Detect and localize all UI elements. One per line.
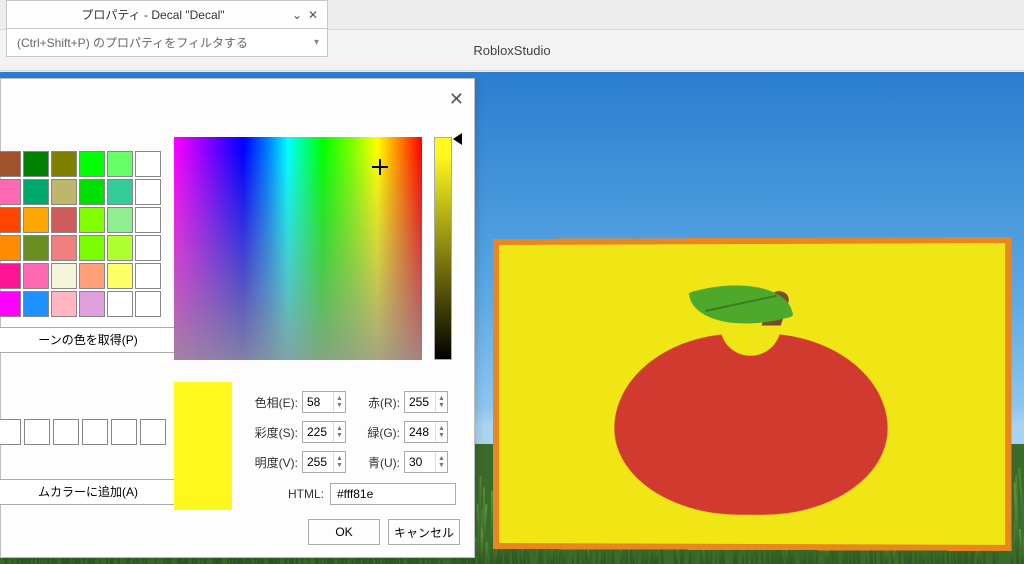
custom-swatch-slot[interactable] bbox=[82, 419, 108, 445]
hue-input[interactable] bbox=[303, 395, 333, 409]
swatch[interactable] bbox=[107, 207, 133, 233]
stepper-arrows-icon[interactable]: ▲▼ bbox=[333, 392, 345, 412]
properties-filter-input[interactable]: (Ctrl+Shift+P) のプロパティをフィルタする ▾ bbox=[6, 29, 328, 57]
swatch[interactable] bbox=[23, 291, 49, 317]
app-title: RobloxStudio bbox=[473, 43, 550, 58]
stepper-arrows-icon[interactable]: ▲▼ bbox=[435, 392, 447, 412]
apple-body bbox=[614, 333, 887, 515]
red-label: 赤(R): bbox=[356, 394, 400, 411]
color-picker-dialog: ✕ ーンの色を取得(P) ムカラーに追加(A) 色相(E): ▲▼ 赤(R): … bbox=[0, 78, 475, 558]
swatch[interactable] bbox=[79, 151, 105, 177]
swatch[interactable] bbox=[79, 263, 105, 289]
swatch[interactable] bbox=[107, 291, 133, 317]
swatch[interactable] bbox=[79, 235, 105, 261]
swatch[interactable] bbox=[135, 235, 161, 261]
cancel-button[interactable]: キャンセル bbox=[388, 519, 460, 545]
value-strip[interactable] bbox=[434, 137, 452, 360]
green-input[interactable] bbox=[405, 425, 435, 439]
swatch[interactable] bbox=[135, 263, 161, 289]
swatch[interactable] bbox=[23, 151, 49, 177]
green-label: 緑(G): bbox=[356, 424, 400, 441]
swatch[interactable] bbox=[0, 291, 21, 317]
swatch[interactable] bbox=[135, 151, 161, 177]
color-preview-swatch bbox=[174, 382, 232, 510]
swatch[interactable] bbox=[51, 291, 77, 317]
green-stepper[interactable]: ▲▼ bbox=[404, 421, 448, 443]
red-stepper[interactable]: ▲▼ bbox=[404, 391, 448, 413]
chevron-down-icon[interactable]: ⌄ bbox=[289, 8, 305, 22]
properties-tab-title: プロパティ - Decal "Decal" bbox=[17, 6, 289, 23]
swatch[interactable] bbox=[79, 291, 105, 317]
apple-decal bbox=[614, 288, 887, 500]
swatch[interactable] bbox=[79, 179, 105, 205]
red-input[interactable] bbox=[405, 395, 435, 409]
blue-label: 青(U): bbox=[356, 454, 400, 471]
custom-swatch-slot[interactable] bbox=[140, 419, 166, 445]
sat-input[interactable] bbox=[303, 425, 333, 439]
stepper-arrows-icon[interactable]: ▲▼ bbox=[333, 422, 345, 442]
swatch[interactable] bbox=[51, 263, 77, 289]
html-label: HTML: bbox=[246, 487, 324, 501]
stepper-arrows-icon[interactable]: ▲▼ bbox=[333, 452, 345, 472]
swatch[interactable] bbox=[23, 235, 49, 261]
stepper-arrows-icon[interactable]: ▲▼ bbox=[435, 422, 447, 442]
swatch[interactable] bbox=[51, 207, 77, 233]
blue-input[interactable] bbox=[405, 455, 435, 469]
sv-cursor-icon bbox=[372, 159, 388, 175]
basic-swatch-grid bbox=[0, 151, 161, 317]
custom-swatch-row bbox=[0, 419, 166, 445]
swatch[interactable] bbox=[23, 263, 49, 289]
billboard-part[interactable] bbox=[493, 237, 1011, 551]
color-value-fields: 色相(E): ▲▼ 赤(R): ▲▼ 彩度(S): ▲▼ 緑(G): ▲▼ bbox=[246, 387, 466, 509]
hue-saturation-field[interactable] bbox=[174, 137, 422, 360]
close-icon[interactable]: ✕ bbox=[305, 8, 321, 22]
close-icon[interactable]: ✕ bbox=[449, 89, 464, 110]
dialog-button-row: OK キャンセル bbox=[308, 519, 460, 545]
chevron-down-icon[interactable]: ▾ bbox=[314, 37, 319, 48]
custom-swatch-slot[interactable] bbox=[0, 419, 21, 445]
ok-button[interactable]: OK bbox=[308, 519, 380, 545]
swatch[interactable] bbox=[79, 207, 105, 233]
val-stepper[interactable]: ▲▼ bbox=[302, 451, 346, 473]
swatch[interactable] bbox=[107, 235, 133, 261]
stepper-arrows-icon[interactable]: ▲▼ bbox=[435, 452, 447, 472]
custom-swatch-slot[interactable] bbox=[111, 419, 137, 445]
sat-stepper[interactable]: ▲▼ bbox=[302, 421, 346, 443]
swatch[interactable] bbox=[107, 151, 133, 177]
sat-label: 彩度(S): bbox=[246, 424, 298, 441]
swatch[interactable] bbox=[135, 207, 161, 233]
swatch[interactable] bbox=[0, 235, 21, 261]
swatch[interactable] bbox=[51, 179, 77, 205]
custom-swatch-slot[interactable] bbox=[24, 419, 50, 445]
properties-filter-placeholder: (Ctrl+Shift+P) のプロパティをフィルタする bbox=[17, 34, 248, 51]
swatch[interactable] bbox=[51, 235, 77, 261]
properties-panel: プロパティ - Decal "Decal" ⌄ ✕ (Ctrl+Shift+P)… bbox=[6, 0, 328, 57]
val-input[interactable] bbox=[303, 455, 333, 469]
swatch[interactable] bbox=[135, 291, 161, 317]
swatch[interactable] bbox=[0, 207, 21, 233]
val-label: 明度(V): bbox=[246, 454, 298, 471]
html-input[interactable] bbox=[330, 483, 456, 505]
swatch[interactable] bbox=[51, 151, 77, 177]
pick-screen-color-button[interactable]: ーンの色を取得(P) bbox=[0, 327, 181, 353]
swatch[interactable] bbox=[107, 179, 133, 205]
swatch[interactable] bbox=[0, 151, 21, 177]
swatch[interactable] bbox=[23, 179, 49, 205]
swatch[interactable] bbox=[0, 263, 21, 289]
custom-swatch-slot[interactable] bbox=[53, 419, 79, 445]
hue-label: 色相(E): bbox=[246, 394, 298, 411]
swatch[interactable] bbox=[23, 207, 49, 233]
add-custom-color-button[interactable]: ムカラーに追加(A) bbox=[0, 479, 181, 505]
swatch[interactable] bbox=[107, 263, 133, 289]
properties-tab[interactable]: プロパティ - Decal "Decal" ⌄ ✕ bbox=[6, 0, 328, 29]
hue-stepper[interactable]: ▲▼ bbox=[302, 391, 346, 413]
swatch[interactable] bbox=[0, 179, 21, 205]
value-strip-arrow-icon[interactable] bbox=[453, 133, 462, 145]
blue-stepper[interactable]: ▲▼ bbox=[404, 451, 448, 473]
swatch[interactable] bbox=[135, 179, 161, 205]
